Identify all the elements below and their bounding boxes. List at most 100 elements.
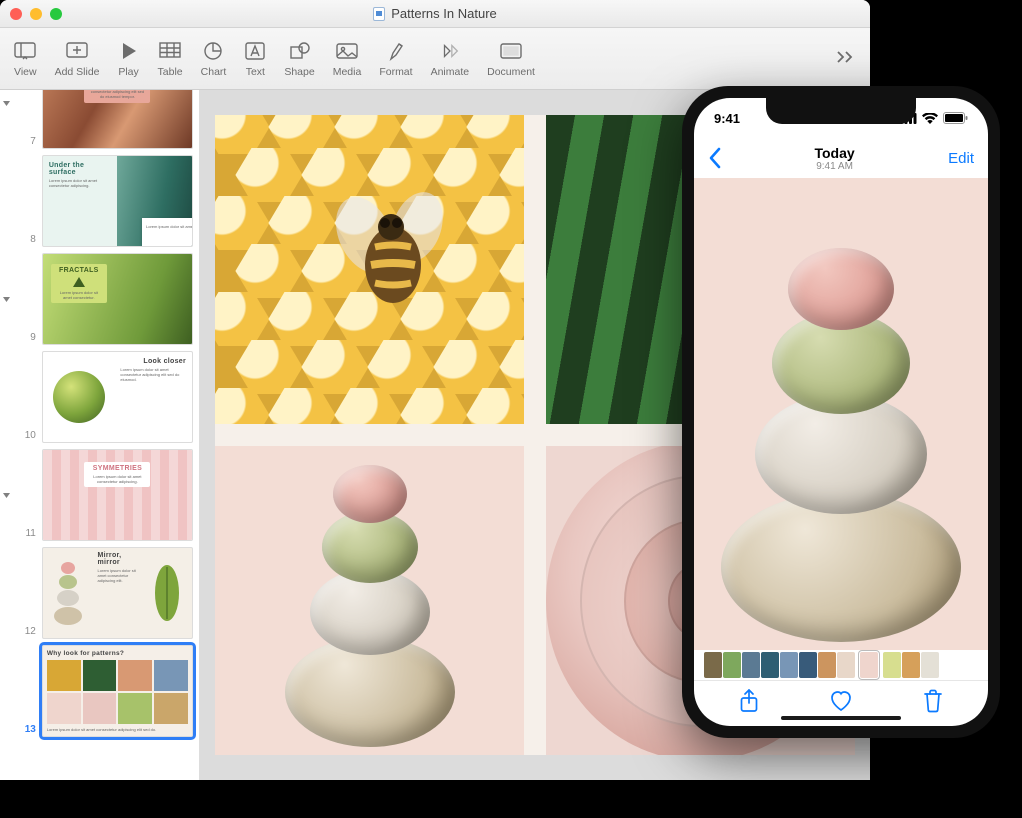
play-icon bbox=[118, 40, 140, 62]
thumb-title: Why look for patterns? bbox=[47, 650, 188, 657]
view-icon bbox=[14, 40, 36, 62]
toolbutton-label: Media bbox=[333, 66, 362, 78]
thumb-row: 7 LAYERS Lorem ipsum dolor sit amet cons… bbox=[0, 90, 199, 152]
slide-number: 13 bbox=[20, 724, 36, 737]
favorite-button[interactable] bbox=[829, 690, 853, 712]
photo-viewer[interactable] bbox=[694, 178, 988, 650]
play-button[interactable]: Play bbox=[118, 40, 140, 78]
toolbutton-label: Document bbox=[487, 66, 535, 78]
thumb-row: 11 SYMMETRIES Lorem ipsum dolor sit amet… bbox=[0, 446, 199, 544]
battery-icon bbox=[943, 112, 968, 124]
thumb-row: 9 FRACTALS Lorem ipsum dolor sit amet co… bbox=[0, 250, 199, 348]
iphone-screen: 9:41 Today 9:41 AM Edit bbox=[694, 98, 988, 726]
nav-title: Today bbox=[814, 145, 854, 161]
slide-navigator[interactable]: 7 LAYERS Lorem ipsum dolor sit amet cons… bbox=[0, 90, 200, 780]
toolbutton-label: Animate bbox=[431, 66, 470, 78]
photo-thumbnail-strip[interactable] bbox=[694, 650, 988, 680]
slide-image-honeycomb[interactable] bbox=[215, 115, 524, 424]
thumb-title: FRACTALS bbox=[55, 267, 103, 274]
shape-button[interactable]: Shape bbox=[284, 40, 314, 78]
media-button[interactable]: Media bbox=[333, 40, 362, 78]
chart-icon bbox=[202, 40, 224, 62]
photo-strip-thumb[interactable] bbox=[818, 652, 836, 678]
back-button[interactable] bbox=[708, 147, 721, 169]
wifi-icon bbox=[922, 113, 938, 124]
photo-strip-thumb[interactable] bbox=[902, 652, 920, 678]
bee-illustration bbox=[325, 175, 465, 315]
table-button[interactable]: Table bbox=[158, 40, 183, 78]
slide-number: 9 bbox=[20, 332, 36, 345]
window-title: Patterns In Nature bbox=[0, 6, 870, 21]
toolbutton-label: Format bbox=[379, 66, 412, 78]
thumb-title: SYMMETRIES bbox=[88, 465, 146, 472]
slide-thumbnail-8[interactable]: Under the surface Lorem ipsum dolor sit … bbox=[42, 155, 193, 247]
thumb-row: 13 Why look for patterns? Lorem ipsum do… bbox=[0, 642, 199, 740]
document-button[interactable]: Document bbox=[487, 40, 535, 78]
thumb-row: 10 Look closer Lorem ipsum dolor sit ame… bbox=[0, 348, 199, 446]
photo-strip-thumb[interactable] bbox=[704, 652, 722, 678]
slide-thumbnail-7[interactable]: LAYERS Lorem ipsum dolor sit amet consec… bbox=[42, 90, 193, 149]
toolbutton-label: Play bbox=[118, 66, 138, 78]
delete-button[interactable] bbox=[923, 689, 943, 713]
toolbar-overflow-button[interactable] bbox=[834, 46, 856, 72]
chevrons-icon bbox=[834, 46, 856, 68]
nav-subtitle: 9:41 AM bbox=[814, 161, 854, 172]
add-slide-button[interactable]: Add Slide bbox=[55, 40, 100, 78]
toolbutton-label: Shape bbox=[284, 66, 314, 78]
slide-number: 7 bbox=[20, 136, 36, 149]
slide-number: 10 bbox=[20, 430, 36, 443]
document-icon bbox=[500, 40, 522, 62]
thumb-row: 8 Under the surface Lorem ipsum dolor si… bbox=[0, 152, 199, 250]
text-button[interactable]: Text bbox=[244, 40, 266, 78]
plus-icon bbox=[66, 40, 88, 62]
toolbutton-label: Text bbox=[246, 66, 265, 78]
thumb-title: Under the surface bbox=[49, 162, 112, 176]
iphone-device: 9:41 Today 9:41 AM Edit bbox=[682, 86, 1000, 738]
status-time: 9:41 bbox=[714, 111, 740, 126]
thumb-title: Mirror, mirror bbox=[98, 552, 138, 566]
disclosure-triangle[interactable] bbox=[0, 491, 14, 500]
disclosure-triangle[interactable] bbox=[0, 99, 14, 108]
text-icon bbox=[244, 40, 266, 62]
toolbutton-label: View bbox=[14, 66, 37, 78]
thumb-title: Look closer bbox=[120, 358, 186, 365]
media-icon bbox=[336, 40, 358, 62]
slide-thumbnail-10[interactable]: Look closer Lorem ipsum dolor sit amet c… bbox=[42, 351, 193, 443]
slide-number: 11 bbox=[20, 528, 36, 541]
thumb-row: 12 Mirror, mirror Lorem ipsum dolor sit … bbox=[0, 544, 199, 642]
home-indicator[interactable] bbox=[781, 716, 901, 720]
photo-strip-thumb[interactable] bbox=[723, 652, 741, 678]
toolbutton-label: Table bbox=[158, 66, 183, 78]
shape-icon bbox=[289, 40, 311, 62]
photo-strip-thumb[interactable] bbox=[837, 652, 855, 678]
photo-strip-thumb[interactable] bbox=[799, 652, 817, 678]
table-icon bbox=[159, 40, 181, 62]
photo-strip-thumb[interactable] bbox=[780, 652, 798, 678]
share-button[interactable] bbox=[739, 689, 759, 713]
toolbutton-label: Add Slide bbox=[55, 66, 100, 78]
format-icon bbox=[385, 40, 407, 62]
slide-thumbnail-12[interactable]: Mirror, mirror Lorem ipsum dolor sit ame… bbox=[42, 547, 193, 639]
slide-thumbnail-13[interactable]: Why look for patterns? Lorem ipsum dolor… bbox=[42, 645, 193, 737]
chart-button[interactable]: Chart bbox=[201, 40, 227, 78]
slide-image-urchin-stack[interactable] bbox=[215, 446, 524, 755]
slide-thumbnail-9[interactable]: FRACTALS Lorem ipsum dolor sit amet cons… bbox=[42, 253, 193, 345]
titlebar[interactable]: Patterns In Nature bbox=[0, 0, 870, 28]
slide-number: 12 bbox=[20, 626, 36, 639]
disclosure-triangle[interactable] bbox=[0, 295, 14, 304]
photo-strip-thumb[interactable] bbox=[921, 652, 939, 678]
photo-strip-thumb[interactable] bbox=[860, 652, 878, 678]
window-title-text: Patterns In Nature bbox=[391, 6, 497, 21]
slide-thumbnail-11[interactable]: SYMMETRIES Lorem ipsum dolor sit amet co… bbox=[42, 449, 193, 541]
format-button[interactable]: Format bbox=[379, 40, 412, 78]
notch bbox=[766, 98, 916, 124]
animate-icon bbox=[439, 40, 461, 62]
animate-button[interactable]: Animate bbox=[431, 40, 470, 78]
photo-strip-thumb[interactable] bbox=[742, 652, 760, 678]
photo-strip-thumb[interactable] bbox=[761, 652, 779, 678]
toolbutton-label: Chart bbox=[201, 66, 227, 78]
photo-strip-thumb[interactable] bbox=[883, 652, 901, 678]
document-proxy-icon[interactable] bbox=[373, 7, 385, 21]
view-button[interactable]: View bbox=[14, 40, 37, 78]
edit-button[interactable]: Edit bbox=[948, 150, 974, 167]
